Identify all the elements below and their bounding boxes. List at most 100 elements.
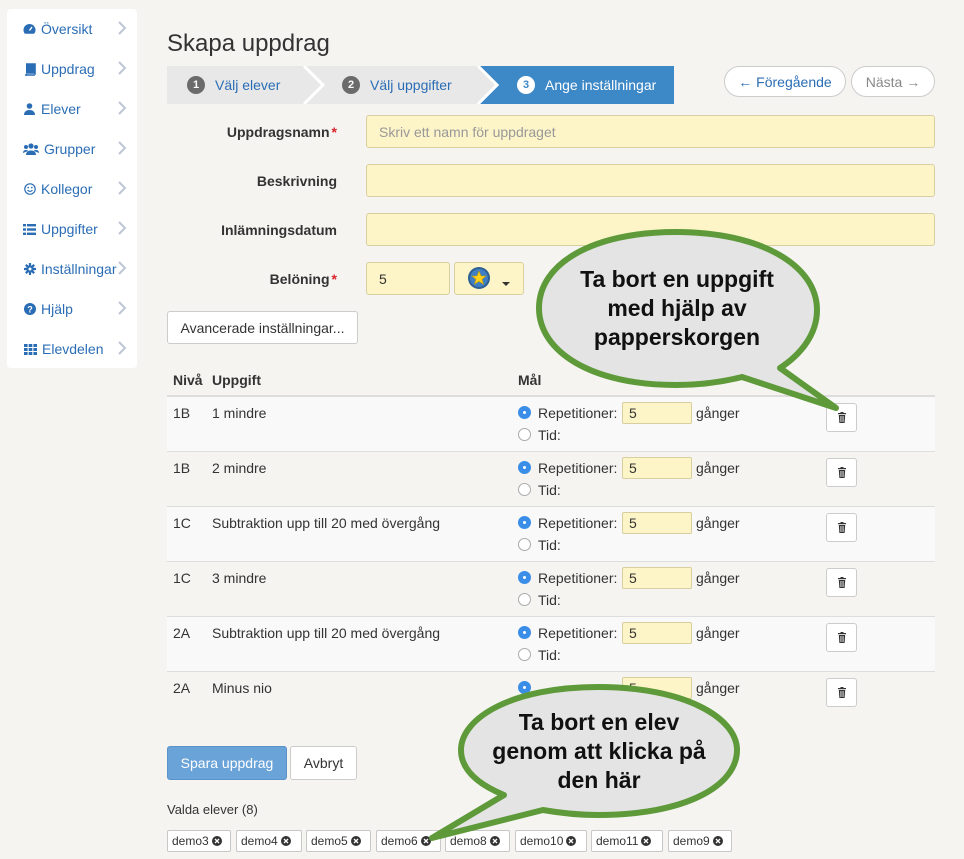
reward-label-text: Belöning: [269, 271, 330, 287]
sidebar-item-label: Uppdrag: [41, 61, 95, 77]
delete-task-button[interactable]: [826, 513, 857, 542]
wizard-step-2[interactable]: 2 Välj uppgifter: [342, 66, 452, 104]
student-chip: demo6: [376, 830, 441, 852]
repetitions-input[interactable]: [622, 622, 692, 644]
delete-task-button[interactable]: [826, 623, 857, 652]
due-date-input[interactable]: [366, 213, 935, 246]
remove-student-icon[interactable]: [566, 836, 577, 846]
wizard-step-3[interactable]: 3 Ange inställningar: [517, 66, 656, 104]
repetitions-input[interactable]: [622, 567, 692, 589]
repetitions-radio[interactable]: [518, 461, 531, 474]
sidebar-item-elever[interactable]: Elever: [7, 89, 137, 129]
time-radio[interactable]: [518, 648, 531, 661]
wizard-steps: 1 Välj elever 2 Välj uppgifter 3 Ange in…: [167, 66, 674, 104]
users-icon: [23, 143, 39, 156]
sidebar-item-grupper[interactable]: Grupper: [7, 129, 137, 169]
student-chip: demo9: [668, 830, 732, 852]
assignment-name-input[interactable]: [366, 115, 935, 148]
times-label: gånger: [696, 625, 740, 641]
chevron-right-icon: [118, 141, 127, 155]
remove-student-icon[interactable]: [350, 836, 361, 846]
repetitions-radio[interactable]: [518, 681, 531, 694]
sidebar-item-hjalp[interactable]: ? Hjälp: [7, 289, 137, 329]
time-radio[interactable]: [518, 593, 531, 606]
delete-task-button[interactable]: [826, 678, 857, 707]
advanced-settings-button[interactable]: Avancerade inställningar...: [167, 311, 358, 344]
sidebar: Översikt Uppdrag Elever Grupper Kollegor…: [7, 9, 137, 368]
callout-line: papperskorgen: [593, 324, 761, 350]
trash-icon: [837, 522, 846, 533]
time-radio[interactable]: [518, 538, 531, 551]
repetitions-radio[interactable]: [518, 516, 531, 529]
callout-line: Ta bort en elev: [518, 709, 680, 735]
sidebar-item-label: Översikt: [41, 21, 93, 37]
remove-student-icon[interactable]: [489, 836, 500, 846]
name-label-text: Uppdragsnamn: [226, 124, 330, 140]
sidebar-item-label: Elevdelen: [42, 341, 104, 357]
delete-task-button[interactable]: [826, 403, 857, 432]
delete-task-button[interactable]: [826, 458, 857, 487]
time-label: Tid:: [538, 482, 561, 498]
description-label: Beskrivning: [256, 173, 337, 189]
save-assignment-button[interactable]: Spara uppdrag: [167, 746, 287, 780]
time-label: Tid:: [538, 647, 561, 663]
trash-icon: [837, 467, 846, 478]
required-mark: *: [331, 124, 337, 140]
row-level: 1B: [173, 405, 191, 421]
cancel-button[interactable]: Avbryt: [290, 746, 357, 780]
repetitions-input[interactable]: [622, 512, 692, 534]
star-icon: [468, 267, 510, 289]
remove-student-icon[interactable]: [641, 836, 652, 846]
table-row: 1B 1 mindre Repetitioner: gånger Tid:: [167, 397, 935, 452]
sidebar-item-kollegor[interactable]: Kollegor: [7, 169, 137, 209]
time-label: Tid:: [538, 592, 561, 608]
sidebar-item-label: Hjälp: [41, 301, 73, 317]
student-chip: demo4: [236, 830, 302, 852]
sidebar-item-uppgifter[interactable]: Uppgifter: [7, 209, 137, 249]
gear-icon: [23, 263, 36, 276]
question-icon: ?: [23, 303, 36, 316]
remove-student-icon[interactable]: [211, 836, 222, 846]
student-chip: demo11: [591, 830, 663, 852]
table-row: 1C 3 mindre Repetitioner: gånger Tid:: [167, 562, 935, 617]
repetitions-input[interactable]: [622, 457, 692, 479]
repetitions-radio[interactable]: [518, 406, 531, 419]
remove-student-icon[interactable]: [280, 836, 291, 846]
times-label: gånger: [696, 405, 740, 421]
reward-amount-input[interactable]: [366, 262, 450, 295]
remove-student-icon[interactable]: [712, 836, 723, 846]
smiley-icon: [23, 183, 36, 196]
chevron-right-icon: [118, 21, 127, 35]
chevron-right-icon: [118, 221, 127, 235]
previous-button[interactable]: ← Föregående: [724, 66, 846, 97]
sidebar-item-uppdrag[interactable]: Uppdrag: [7, 49, 137, 89]
times-label: gånger: [696, 570, 740, 586]
dashboard-icon: [23, 23, 36, 36]
sidebar-item-elevdelen[interactable]: Elevdelen: [7, 329, 137, 369]
callout-line: Ta bort en uppgift: [580, 266, 774, 292]
repetitions-input[interactable]: [622, 402, 692, 424]
description-input[interactable]: [366, 164, 935, 197]
table-row: 1C Subtraktion upp till 20 med övergång …: [167, 507, 935, 562]
trash-icon: [837, 412, 846, 423]
repetitions-input[interactable]: [622, 677, 692, 699]
repetitions-radio[interactable]: [518, 626, 531, 639]
sidebar-item-oversikt[interactable]: Översikt: [7, 9, 137, 49]
user-icon: [23, 103, 36, 116]
repetitions-radio[interactable]: [518, 571, 531, 584]
remove-student-icon[interactable]: [420, 836, 431, 846]
reward-type-dropdown[interactable]: [454, 262, 524, 295]
sidebar-item-installningar[interactable]: Inställningar: [7, 249, 137, 289]
time-radio[interactable]: [518, 428, 531, 441]
chevron-right-icon: [118, 181, 127, 195]
row-level: 2A: [173, 680, 191, 696]
time-radio[interactable]: [518, 483, 531, 496]
delete-task-button[interactable]: [826, 568, 857, 597]
next-button[interactable]: Nästa →: [851, 66, 935, 97]
row-level: 2A: [173, 625, 191, 641]
step-number: 3: [517, 76, 535, 94]
wizard-step-1[interactable]: 1 Välj elever: [187, 66, 280, 104]
student-name: demo10: [520, 834, 564, 848]
student-chip: demo3: [167, 830, 231, 852]
time-label: Tid:: [538, 427, 561, 443]
